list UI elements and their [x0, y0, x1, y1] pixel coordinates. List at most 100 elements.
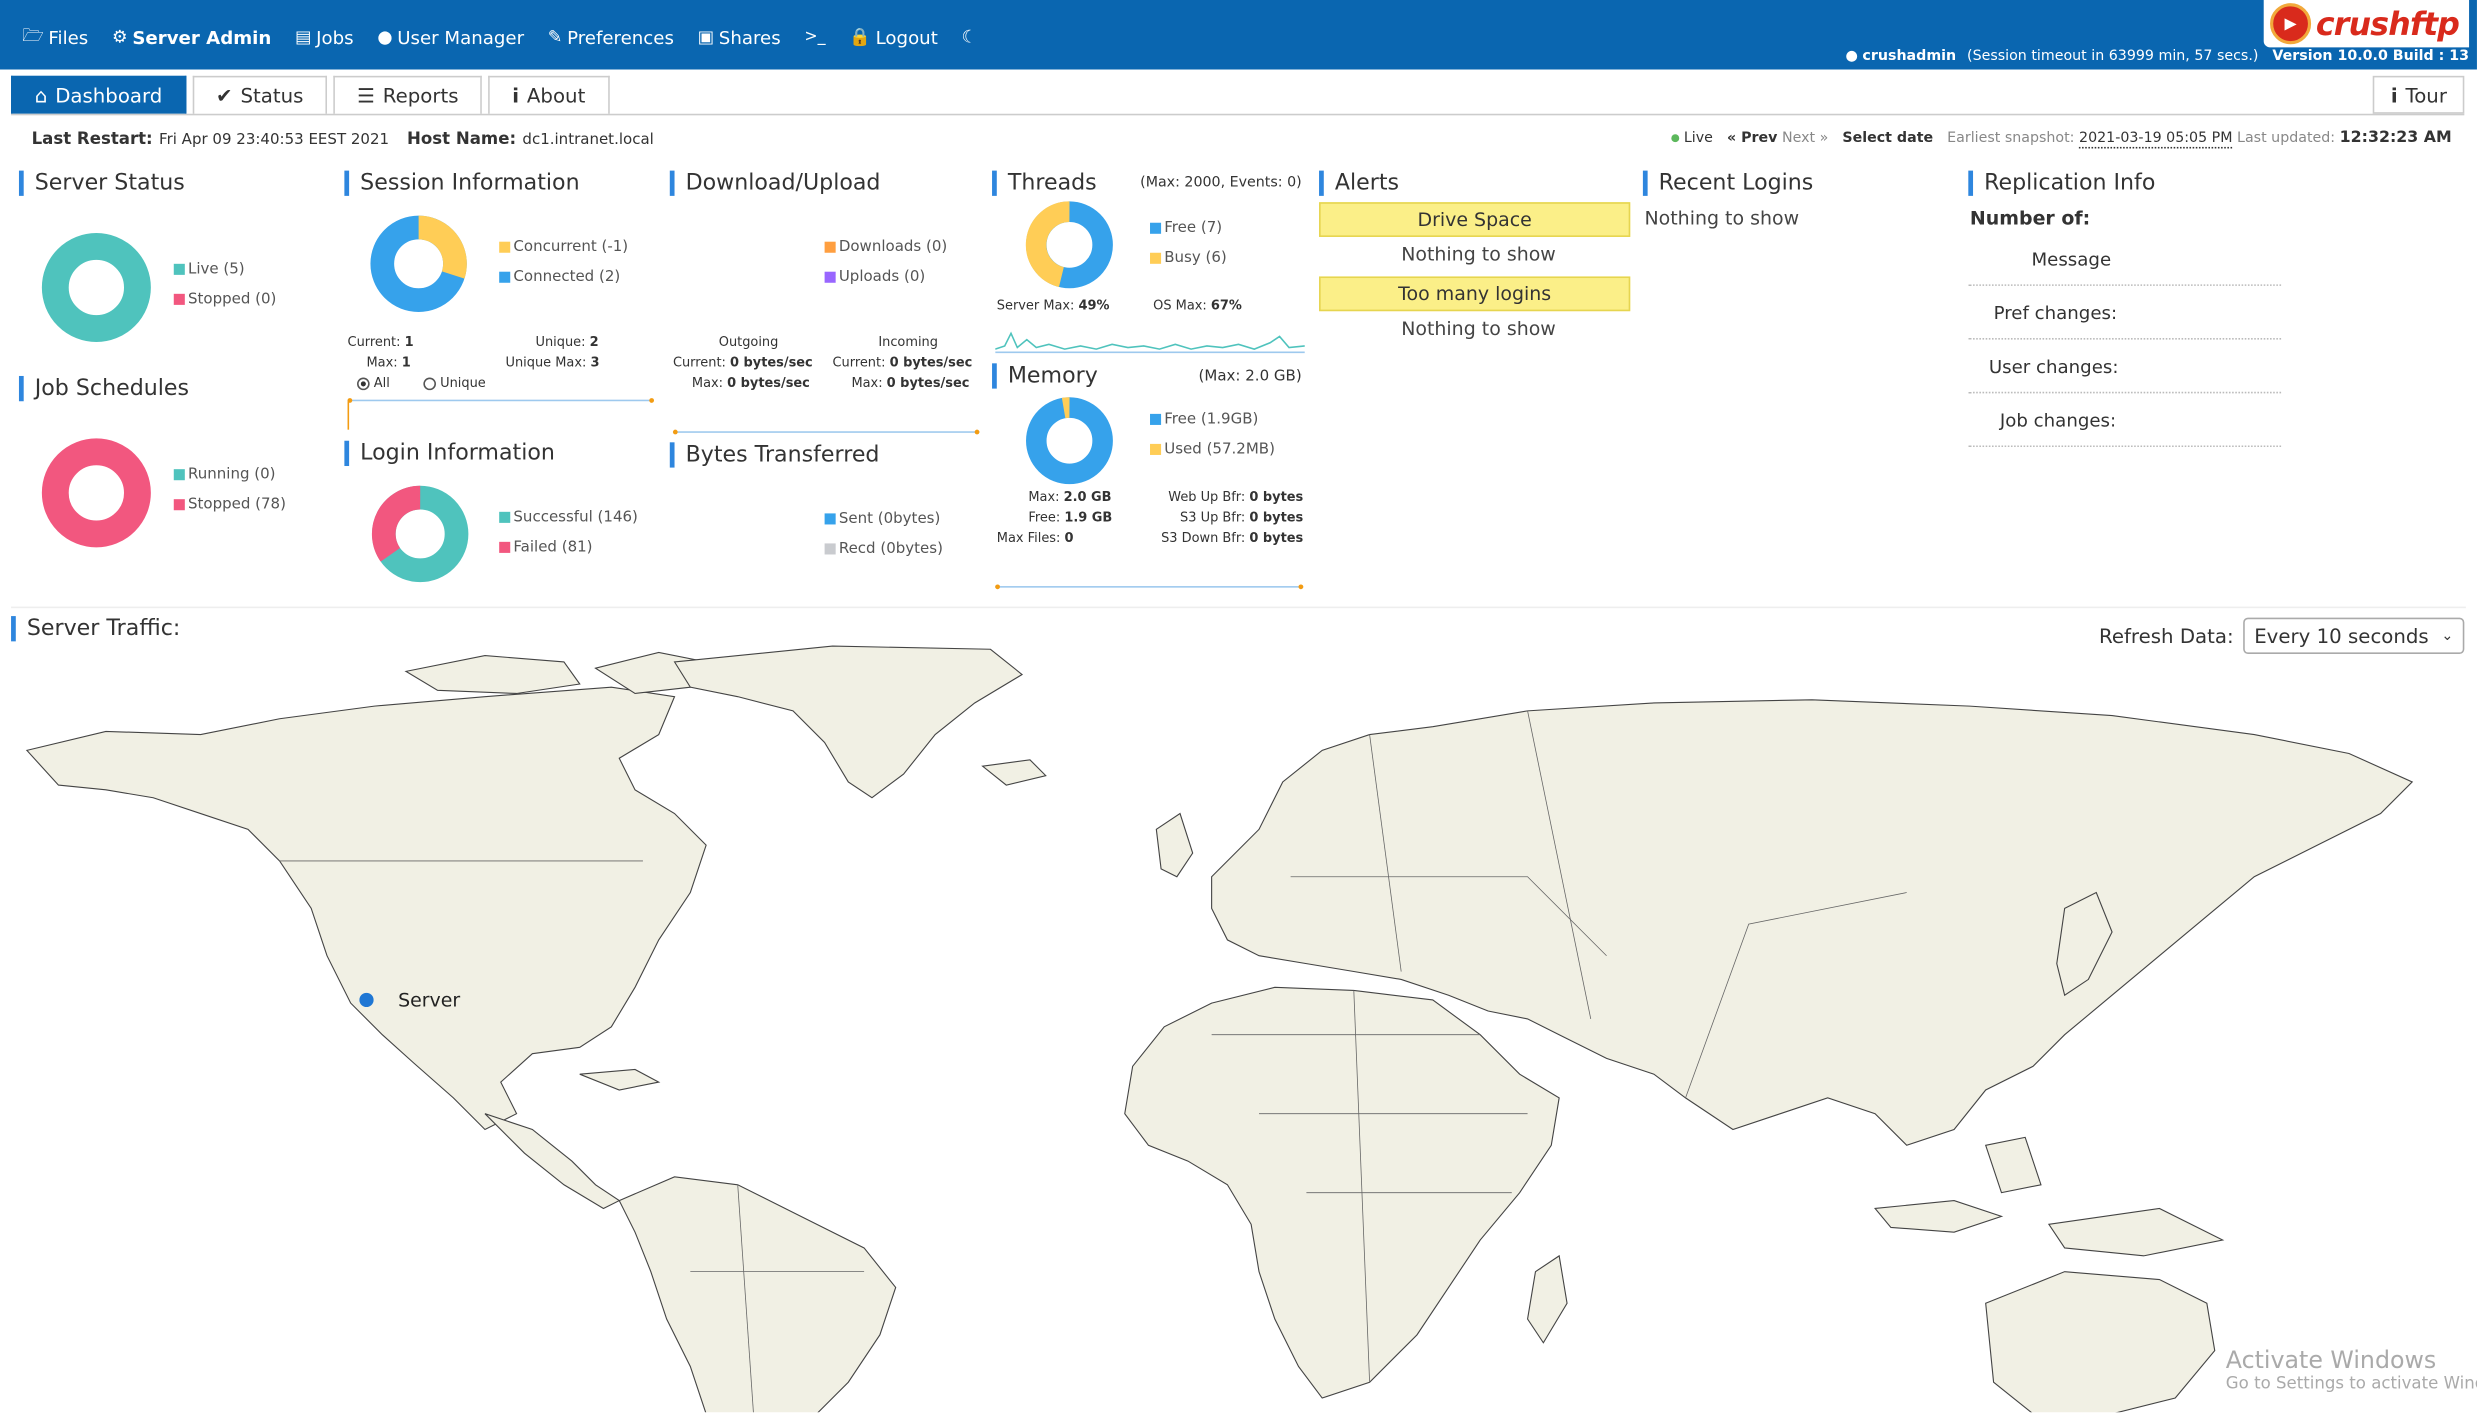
legend-stopped[interactable]: Stopped (78) [173, 490, 286, 520]
replication-info-panel: Replication Info Number of: Message Pref… [1968, 165, 2283, 598]
legend-concurrent[interactable]: Concurrent (-1) [499, 232, 628, 262]
tab-reports[interactable]: ☰ Reports [333, 75, 483, 114]
legend-used[interactable]: Used (57.2MB) [1150, 434, 1275, 464]
prev-link[interactable]: « Prev [1727, 131, 1777, 147]
job-schedules-donut [41, 438, 151, 548]
server-status-legend: Live (5) Stopped (0) [173, 254, 277, 314]
restart-time: Fri Apr 09 23:40:53 EEST 2021 [159, 131, 390, 149]
panel-title: Download/Upload [669, 170, 880, 196]
world-map[interactable]: Server [11, 640, 2466, 1413]
server-location-marker[interactable] [359, 992, 374, 1008]
threads-server-max: 49% [1078, 296, 1110, 313]
s3-up-buffer: 0 bytes [1249, 508, 1304, 525]
refresh-interval-select[interactable]: Every 10 seconds ⌄ [2243, 617, 2465, 654]
tab-divider [11, 113, 2465, 116]
max-incoming: 0 bytes/sec [886, 374, 970, 391]
live-dot-icon [1671, 134, 1680, 143]
panel-title: Alerts [1319, 170, 1399, 196]
crushftp-logo-icon: ▶ [2270, 3, 2312, 45]
login-donut [371, 485, 469, 583]
nav-server-admin[interactable]: ⚙ Server Admin [112, 22, 271, 52]
threads-meta: (Max: 2000, Events: 0) [1140, 175, 1302, 192]
nav-user-manager[interactable]: ● User Manager [377, 22, 524, 52]
brand-text: crushftp [2315, 4, 2460, 43]
bytes-legend: Sent (0bytes) Recd (0bytes) [824, 504, 943, 564]
tour-button[interactable]: i Tour [2373, 75, 2465, 114]
alert-too-many-logins[interactable]: Too many logins [1319, 276, 1631, 312]
download-upload-legend: Downloads (0) Uploads (0) [824, 232, 948, 292]
host-name: dc1.intranet.local [522, 131, 654, 149]
select-date-link[interactable]: Select date [1842, 131, 1933, 147]
brand-logo[interactable]: ▶ crushftp [2263, 0, 2470, 48]
radio-all[interactable]: All [357, 374, 390, 390]
home-icon: ⌂ [34, 83, 48, 108]
tab-about[interactable]: i About [488, 75, 610, 114]
alert-drive-space[interactable]: Drive Space [1319, 202, 1631, 237]
main-nav: 🗁 Files ⚙ Server Admin ▤ Jobs ● User Manager… [22, 22, 1001, 52]
legend-sent[interactable]: Sent (0bytes) [824, 504, 943, 534]
donut-slice-failed [371, 485, 421, 562]
panel-title: Recent Logins [1642, 170, 1813, 196]
session-max: 1 [401, 353, 411, 370]
earliest-snapshot[interactable]: 2021-03-19 05:05 PM [2079, 131, 2233, 149]
legend-successful[interactable]: Successful (146) [499, 502, 638, 532]
legend-free[interactable]: Free (1.9GB) [1150, 404, 1275, 434]
legend-busy[interactable]: Busy (6) [1150, 243, 1227, 273]
legend-connected[interactable]: Connected (2) [499, 262, 628, 292]
user-session-info: ● crushadmin (Session timeout in 63999 m… [1845, 49, 2469, 65]
download-sparkline [672, 429, 980, 435]
alert-empty-text: Nothing to show [1401, 317, 1556, 340]
nav-terminal[interactable]: >_ [804, 22, 825, 52]
donut-slice-live [41, 233, 151, 343]
threads-panel: Threads (Max: 2000, Events: 0) Free (7) … [992, 165, 1307, 356]
nav-logout[interactable]: 🔒 Logout [849, 22, 938, 52]
dark-mode-toggle[interactable]: ☾ [962, 22, 978, 52]
tab-status[interactable]: ✔ Status [192, 75, 328, 114]
panel-title: Memory [992, 363, 1098, 389]
info-icon: i [512, 83, 520, 108]
preferences-icon: ✎ [547, 26, 563, 48]
terminal-icon: >_ [804, 28, 826, 46]
legend-free[interactable]: Free (7) [1150, 213, 1227, 243]
nav-jobs[interactable]: ▤ Jobs [295, 22, 354, 52]
legend-live[interactable]: Live (5) [173, 254, 277, 284]
server-status-panel: Server Status Live (5) Stopped (0) Job S… [18, 165, 332, 598]
top-navbar: 🗁 Files ⚙ Server Admin ▤ Jobs ● User Manager… [0, 0, 2477, 70]
alert-empty-text: Nothing to show [1401, 243, 1556, 266]
session-unique-max: 3 [590, 353, 600, 370]
nav-shares[interactable]: ▣ Shares [698, 22, 781, 52]
memory-free: 1.9 GB [1064, 508, 1113, 525]
session-unique: 2 [589, 333, 599, 350]
restart-info: Last Restart: Fri Apr 09 23:40:53 EEST 20… [31, 129, 654, 149]
app-root: 🗁 Files ⚙ Server Admin ▤ Jobs ● User Manager… [0, 0, 2477, 1413]
info-icon: i [2390, 82, 2398, 107]
next-link[interactable]: Next » [1782, 131, 1828, 147]
tab-dashboard[interactable]: ⌂ Dashboard [11, 75, 187, 114]
nav-preferences[interactable]: ✎ Preferences [548, 22, 674, 52]
replication-row-message: Message [1968, 232, 2282, 286]
australia-shape [1985, 1271, 2216, 1413]
lock-icon: 🔒 [849, 26, 871, 48]
panel-title: Session Information [344, 170, 580, 196]
download-upload-panel: Download/Upload Downloads (0) Uploads (0… [669, 165, 983, 435]
session-information-panel: Session Information Concurrent (-1) Conn… [344, 165, 658, 432]
live-link[interactable]: Live [1684, 131, 1713, 147]
panel-title: Replication Info [1968, 170, 2155, 196]
legend-stopped[interactable]: Stopped (0) [173, 284, 276, 314]
max-outgoing: 0 bytes/sec [727, 374, 810, 391]
legend-failed[interactable]: Failed (81) [499, 532, 638, 562]
session-legend: Concurrent (-1) Connected (2) [499, 232, 628, 292]
radio-checked-icon [357, 376, 370, 390]
legend-downloads[interactable]: Downloads (0) [824, 232, 947, 262]
legend-running[interactable]: Running (0) [173, 460, 286, 490]
memory-max: 2.0 GB [1063, 488, 1112, 504]
server-status-donut [41, 233, 151, 343]
legend-uploads[interactable]: Uploads (0) [824, 262, 948, 292]
nav-files[interactable]: 🗁 Files [22, 22, 88, 52]
legend-recd[interactable]: Recd (0bytes) [824, 534, 943, 564]
recent-empty-text: Nothing to show [1644, 206, 1800, 230]
panel-title: Server Status [18, 170, 185, 196]
radio-unique[interactable]: Unique [423, 374, 486, 390]
current-outgoing: 0 bytes/sec [730, 353, 813, 370]
windows-activation-watermark: Activate Windows Go to Settings to activ… [2225, 1345, 2477, 1394]
